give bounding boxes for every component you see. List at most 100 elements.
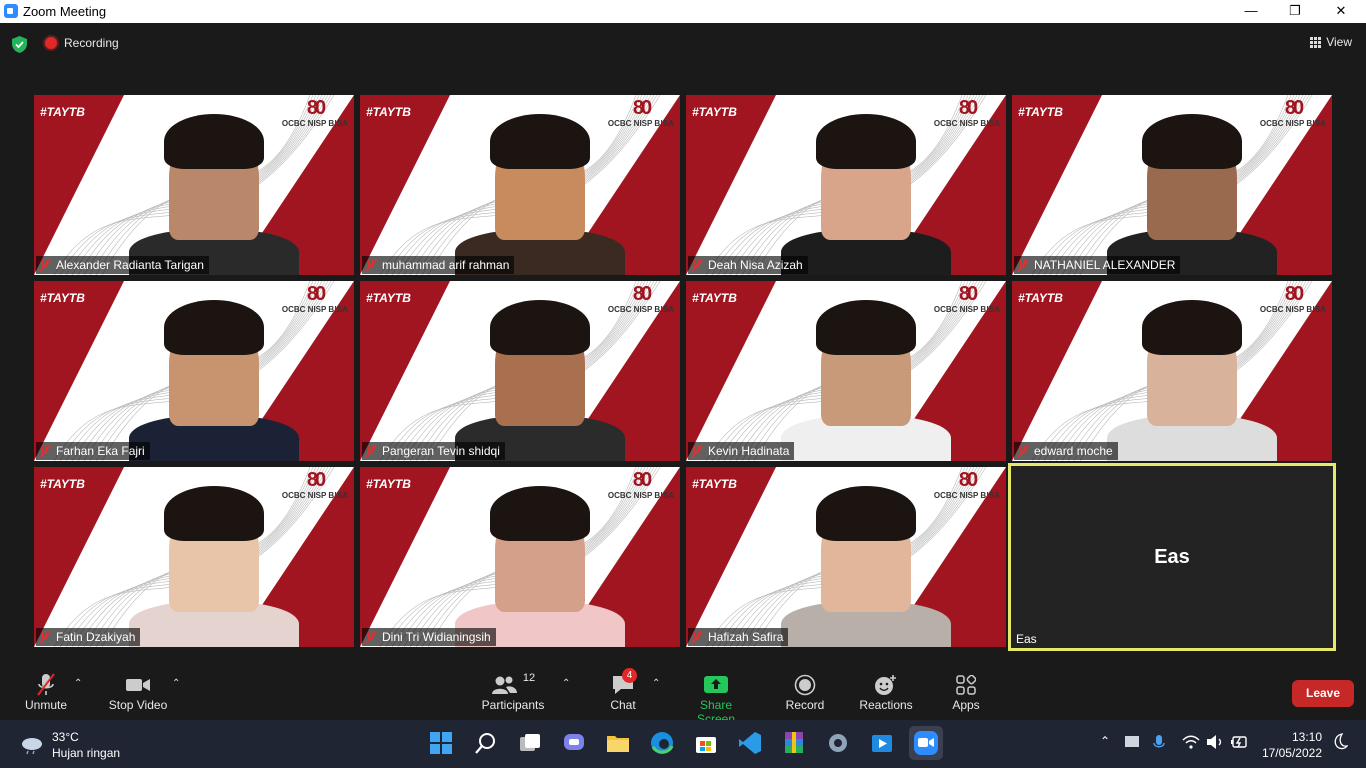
- taskbar-clock[interactable]: 13:10 17/05/2022: [1262, 729, 1322, 761]
- participant-video-tile[interactable]: #TAYTB 80 OCBC NISP B!SA NATHANIEL ALEXANDE…: [1012, 95, 1332, 275]
- maximize-button[interactable]: ❐: [1272, 0, 1318, 23]
- search-icon[interactable]: [473, 730, 499, 756]
- vscode-icon[interactable]: [737, 730, 763, 756]
- stop-video-button[interactable]: Stop Video: [106, 672, 170, 712]
- settings-gear-icon[interactable]: [825, 730, 851, 756]
- task-view-icon[interactable]: [517, 730, 543, 756]
- file-explorer-icon[interactable]: [605, 730, 631, 756]
- windows-taskbar: 33°C Hujan ringan ⌃ 13:10 17/05/2022: [0, 720, 1366, 768]
- hashtag-text: #TAYTB: [366, 105, 411, 119]
- view-button[interactable]: View: [1310, 35, 1352, 49]
- participant-video-tile[interactable]: #TAYTB 80 OCBC NISP B!SA muhammad arif rahm…: [360, 95, 680, 275]
- zoom-taskbar-icon[interactable]: [909, 726, 943, 760]
- ocbc-brand-text: OCBC NISP B!SA: [933, 491, 1000, 500]
- video-options-chevron-icon[interactable]: ⌃: [172, 678, 180, 689]
- participant-video-tile[interactable]: #TAYTB 80 OCBC NISP B!SA Farhan Eka Fajri: [34, 281, 354, 461]
- ocbc-brand-text: OCBC NISP B!SA: [607, 119, 674, 128]
- unmute-button[interactable]: Unmute: [22, 672, 70, 712]
- participant-name-label: Dini Tri Widianingsih: [382, 630, 491, 644]
- participant-video-tile[interactable]: #TAYTB 80 OCBC NISP B!SA Fatin Dzakiyah: [34, 467, 354, 647]
- chat-options-chevron-icon[interactable]: ⌃: [652, 678, 660, 689]
- minimize-button[interactable]: —: [1228, 0, 1274, 23]
- participant-video-tile[interactable]: #TAYTB 80 OCBC NISP B!SA edward moche: [1012, 281, 1332, 461]
- microsoft-store-icon[interactable]: [693, 730, 719, 756]
- participant-video-tile[interactable]: Eas Eas: [1008, 463, 1336, 651]
- ocbc-logo: 80 OCBC NISP B!SA: [282, 97, 348, 128]
- weather-temperature: 33°C: [52, 730, 79, 744]
- participant-name-label: Eas: [1016, 632, 1037, 646]
- participant-video-tile[interactable]: #TAYTB 80 OCBC NISP B!SA Dini Tri Widianing…: [360, 467, 680, 647]
- participant-name-label: edward moche: [1034, 444, 1113, 458]
- ocbc-logo: 80 OCBC NISP B!SA: [608, 469, 674, 500]
- ocbc-brand-text: OCBC NISP B!SA: [281, 491, 348, 500]
- record-button[interactable]: Record: [784, 672, 826, 712]
- tray-overflow-chevron-icon[interactable]: ⌃: [1100, 734, 1110, 748]
- ocbc-brand-text: OCBC NISP B!SA: [281, 119, 348, 128]
- reactions-button[interactable]: Reactions: [858, 672, 914, 712]
- participant-avatar-name: Eas: [1154, 546, 1190, 568]
- participant-face: [489, 113, 591, 240]
- teams-chat-icon[interactable]: [561, 730, 587, 756]
- notifications-moon-icon[interactable]: [1332, 733, 1349, 754]
- apps-button[interactable]: Apps: [948, 672, 984, 712]
- chat-bubble-icon: 4: [606, 668, 640, 698]
- weather-widget[interactable]: 33°C Hujan ringan: [20, 729, 120, 761]
- participant-video-tile[interactable]: #TAYTB 80 OCBC NISP B!SA Kevin Hadinata: [686, 281, 1006, 461]
- participant-hair: [163, 113, 265, 169]
- tray-microphone-icon[interactable]: [1152, 734, 1166, 755]
- participant-name-label: Pangeran Tevin shidqi: [382, 444, 500, 458]
- speaker-volume-icon[interactable]: [1206, 734, 1224, 753]
- participant-video-tile[interactable]: #TAYTB 80 OCBC NISP B!SA Deah Nisa Azizah: [686, 95, 1006, 275]
- participant-name-label: NATHANIEL ALEXANDER: [1034, 258, 1176, 272]
- participant-name-label: Fatin Dzakiyah: [56, 630, 136, 644]
- ocbc-logo: 80 OCBC NISP B!SA: [934, 283, 1000, 314]
- recording-label[interactable]: Recording: [64, 36, 119, 50]
- ocbc-logo-mark: 80: [1284, 97, 1304, 119]
- audio-options-chevron-icon[interactable]: ⌃: [74, 678, 82, 689]
- weather-description: Hujan ringan: [52, 746, 121, 760]
- wifi-icon[interactable]: [1182, 734, 1200, 753]
- winrar-icon[interactable]: [781, 730, 807, 756]
- muted-microphone-icon: [691, 258, 703, 272]
- battery-icon[interactable]: [1230, 734, 1248, 753]
- windows-start-icon[interactable]: [428, 730, 454, 756]
- muted-microphone-icon: [1017, 258, 1029, 272]
- participant-hair: [489, 485, 591, 541]
- hashtag-text: #TAYTB: [692, 291, 737, 305]
- participant-name-label: Farhan Eka Fajri: [56, 444, 145, 458]
- muted-microphone-icon: [365, 444, 377, 458]
- edge-browser-icon[interactable]: [649, 730, 675, 756]
- participant-face: [163, 485, 265, 612]
- participant-video-tile[interactable]: #TAYTB 80 OCBC NISP B!SA Alexander Radianta…: [34, 95, 354, 275]
- share-screen-button[interactable]: Share Screen: [680, 672, 752, 726]
- hashtag-text: #TAYTB: [1018, 105, 1063, 119]
- media-player-icon[interactable]: [869, 730, 895, 756]
- apps-icon: [948, 672, 984, 698]
- muted-microphone-icon: [365, 630, 377, 644]
- participants-options-chevron-icon[interactable]: ⌃: [562, 678, 570, 689]
- leave-button[interactable]: Leave: [1292, 680, 1354, 707]
- hashtag-text: #TAYTB: [1018, 291, 1063, 305]
- participant-hair: [815, 485, 917, 541]
- ocbc-brand-text: OCBC NISP B!SA: [281, 305, 348, 314]
- muted-microphone-icon: [39, 444, 51, 458]
- ocbc-logo: 80 OCBC NISP B!SA: [282, 469, 348, 500]
- participant-name-tag: Deah Nisa Azizah: [688, 256, 808, 274]
- participant-video-tile[interactable]: #TAYTB 80 OCBC NISP B!SA Pangeran Tevin shi…: [360, 281, 680, 461]
- participant-name-tag: Dini Tri Widianingsih: [362, 628, 496, 646]
- ocbc-logo: 80 OCBC NISP B!SA: [608, 97, 674, 128]
- grid-view-icon: [1310, 36, 1322, 48]
- ocbc-logo-mark: 80: [632, 469, 652, 491]
- tray-device-icon[interactable]: [1124, 734, 1140, 753]
- security-shield-icon[interactable]: [12, 36, 27, 53]
- participant-face: [1141, 113, 1243, 240]
- chat-button[interactable]: 4 Chat: [606, 668, 640, 712]
- participant-hair: [163, 299, 265, 355]
- participants-label: Participants: [481, 698, 545, 712]
- participants-button[interactable]: 12 Participants: [480, 672, 546, 712]
- reactions-label: Reactions: [859, 698, 913, 712]
- participant-video-tile[interactable]: #TAYTB 80 OCBC NISP B!SA Hafizah Safira: [686, 467, 1006, 647]
- participant-hair: [815, 113, 917, 169]
- ocbc-brand-text: OCBC NISP B!SA: [607, 305, 674, 314]
- close-button[interactable]: ✕: [1318, 0, 1364, 23]
